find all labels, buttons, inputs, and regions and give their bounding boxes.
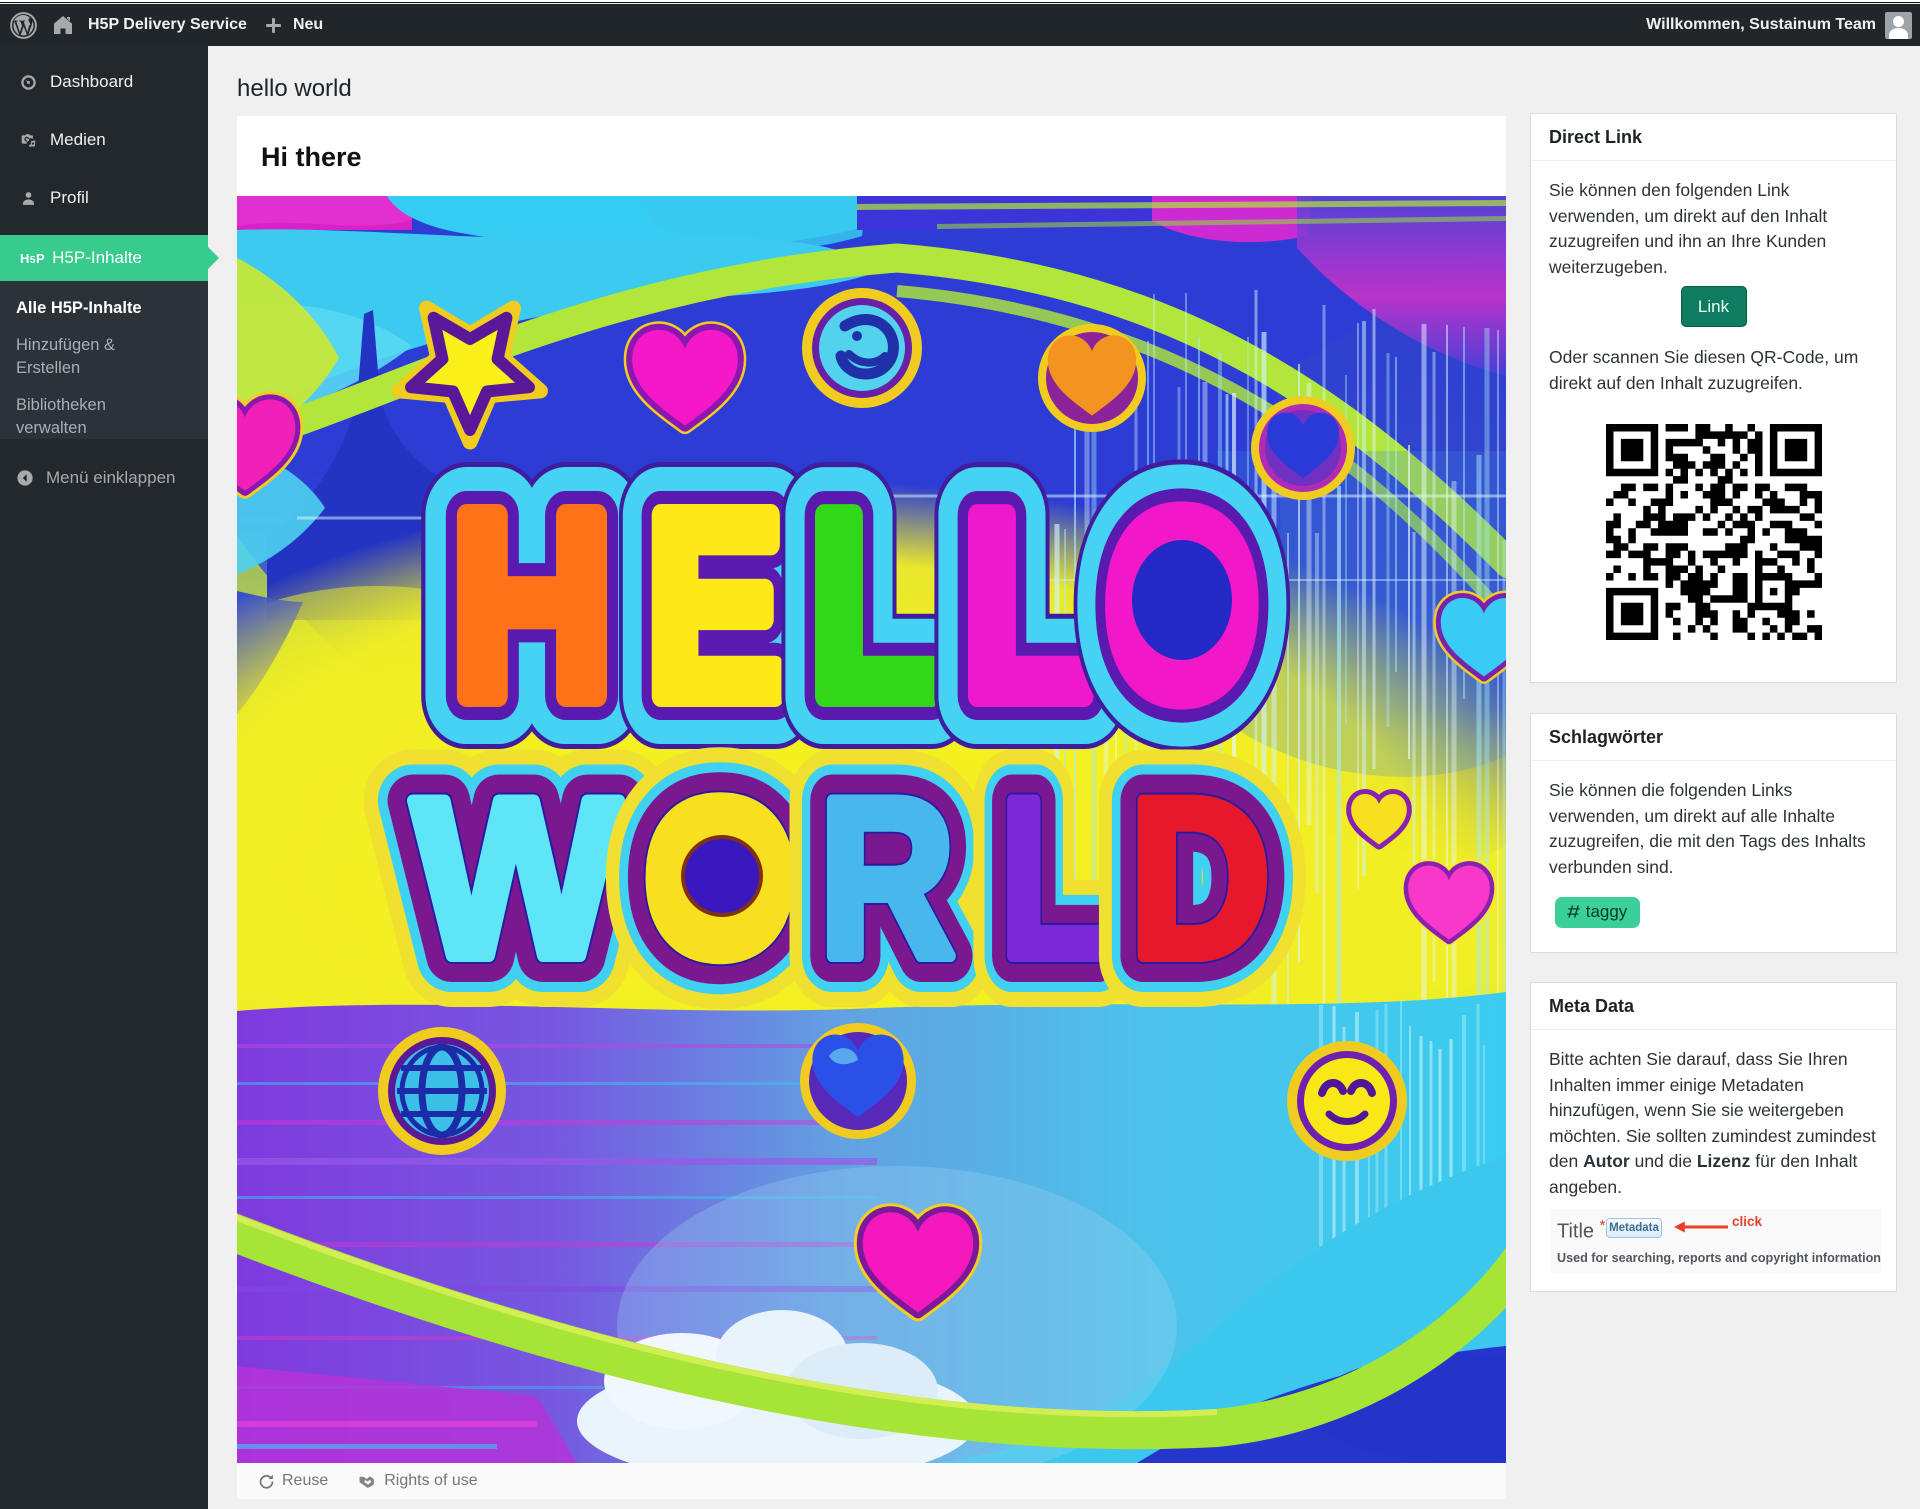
- svg-text:W: W: [413, 752, 620, 1005]
- svg-text:L: L: [963, 459, 1092, 753]
- svg-text:H: H: [451, 458, 612, 752]
- svg-text:L: L: [810, 459, 939, 753]
- svg-text:D: D: [1130, 751, 1270, 1004]
- svg-text:R: R: [819, 753, 954, 1005]
- svg-text:E: E: [647, 457, 784, 751]
- svg-text:L: L: [1000, 752, 1104, 1004]
